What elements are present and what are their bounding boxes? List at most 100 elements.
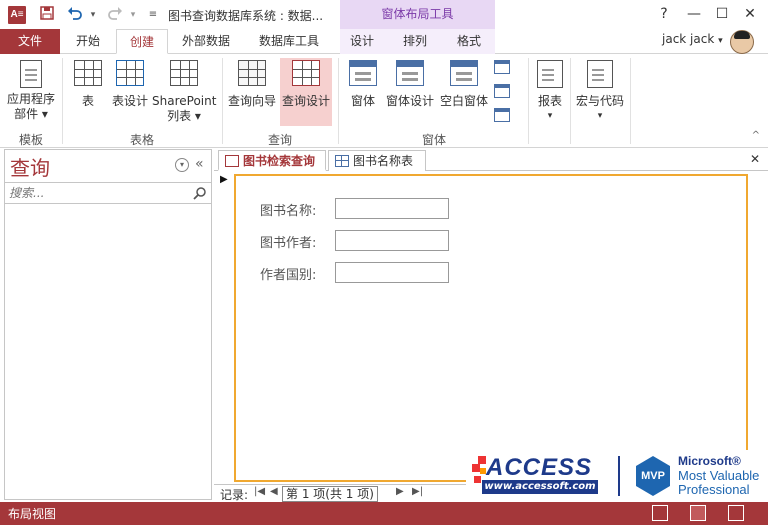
blank-form-icon bbox=[450, 60, 478, 86]
last-record-button[interactable]: ▶| bbox=[412, 486, 423, 497]
tab-label: 图书检索查询 bbox=[243, 154, 316, 168]
access-app-icon[interactable]: A≡ bbox=[8, 6, 26, 24]
customize-toolbar-icon[interactable]: ≡ bbox=[144, 6, 162, 24]
form-button[interactable]: 窗体 bbox=[344, 60, 382, 126]
form-body[interactable]: 图书名称: 图书作者: 作者国别: bbox=[234, 174, 748, 482]
design-view-icon[interactable] bbox=[728, 505, 744, 521]
table-tab-icon bbox=[335, 155, 349, 167]
form-layout-view: ▶ 图书名称: 图书作者: 作者国别: bbox=[214, 172, 768, 484]
author-country-field[interactable] bbox=[335, 262, 449, 283]
help-button[interactable]: ? bbox=[652, 3, 676, 25]
form-design-button[interactable]: 窗体设计 bbox=[384, 60, 436, 126]
minimize-button[interactable]: — bbox=[682, 3, 706, 25]
form-design-label: 窗体设计 bbox=[385, 94, 434, 108]
record-nav-label: 记录: bbox=[220, 488, 249, 502]
redo-dropdown-icon[interactable]: ▾ bbox=[124, 6, 142, 24]
navigation-icon bbox=[494, 84, 510, 98]
nav-pane-title[interactable]: 查询 bbox=[10, 152, 50, 181]
table-button[interactable]: 表 bbox=[68, 60, 108, 126]
table-design-label: 表设计 bbox=[111, 94, 148, 108]
tab-external-data[interactable]: 外部数据 bbox=[170, 29, 242, 54]
blank-form-label: 空白窗体 bbox=[439, 94, 488, 108]
close-button[interactable]: ✕ bbox=[738, 3, 762, 25]
ribbon-tabs: 文件 开始 创建 外部数据 数据库工具 设计 排列 格式 jack jack ▾ bbox=[0, 29, 768, 54]
tab-book-search-query[interactable]: 图书检索查询 bbox=[218, 150, 326, 171]
microsoft-text: Microsoft® bbox=[678, 454, 741, 468]
record-navigation: 记录: |◀ ◀ 第 1 项(共 1 项) ▶ ▶| bbox=[214, 484, 474, 502]
form-design-icon bbox=[396, 60, 424, 86]
report-icon bbox=[537, 60, 563, 88]
document-tabs: 图书检索查询 图书名称表 ✕ bbox=[214, 149, 768, 171]
watermark-logo: ACCESS www.accessoft.com MVP Microsoft® … bbox=[466, 450, 768, 502]
undo-icon[interactable] bbox=[66, 6, 84, 24]
user-name[interactable]: jack jack ▾ bbox=[662, 32, 723, 46]
tab-home[interactable]: 开始 bbox=[62, 29, 114, 54]
avatar[interactable] bbox=[730, 30, 754, 54]
previous-record-button[interactable]: ◀ bbox=[270, 486, 278, 497]
status-bar: 布局视图 bbox=[0, 502, 768, 525]
field-label-book-name: 图书名称: bbox=[260, 204, 317, 219]
sharepoint-list-icon bbox=[170, 60, 198, 86]
form-icon bbox=[349, 60, 377, 86]
field-label-author-country: 作者国别: bbox=[260, 268, 317, 283]
title-bar: A≡ ▾ ▾ ≡ 图书查询数据库系统 : 数据... 窗体布局工具 ? — ☐ … bbox=[0, 0, 768, 29]
next-record-button[interactable]: ▶ bbox=[396, 486, 404, 497]
tab-format[interactable]: 格式 bbox=[446, 29, 492, 54]
save-icon[interactable] bbox=[38, 6, 56, 24]
sharepoint-list-button[interactable]: SharePoint 列表 ▾ bbox=[152, 60, 216, 126]
professional-text: Professional bbox=[678, 482, 750, 497]
ribbon-separator bbox=[222, 58, 223, 144]
table-design-button[interactable]: 表设计 bbox=[110, 60, 150, 126]
report-button[interactable]: 报表 ▾ bbox=[532, 60, 568, 126]
query-wizard-button[interactable]: 查询向导 bbox=[226, 60, 278, 126]
close-document-icon[interactable]: ✕ bbox=[750, 152, 760, 166]
tab-arrange[interactable]: 排列 bbox=[392, 29, 438, 54]
app-parts-label-2: 部件 ▾ bbox=[14, 107, 48, 121]
tab-book-name-table[interactable]: 图书名称表 bbox=[328, 150, 426, 171]
ribbon-separator bbox=[630, 58, 631, 144]
navigation-pane: 查询 ▾ « bbox=[4, 149, 212, 500]
tab-create[interactable]: 创建 bbox=[116, 29, 168, 54]
search-icon[interactable] bbox=[193, 186, 207, 200]
tab-design[interactable]: 设计 bbox=[340, 29, 384, 54]
app-parts-icon bbox=[20, 60, 42, 88]
first-record-button[interactable]: |◀ bbox=[254, 486, 265, 497]
search-input[interactable] bbox=[5, 183, 185, 203]
tab-database-tools[interactable]: 数据库工具 bbox=[246, 29, 332, 54]
group-label-templates: 模板 bbox=[18, 133, 43, 147]
query-design-label: 查询设计 bbox=[281, 94, 330, 108]
query-design-button[interactable]: 查询设计 bbox=[280, 58, 332, 126]
macro-code-button[interactable]: 宏与代码 ▾ bbox=[574, 60, 626, 126]
other-forms-button[interactable] bbox=[494, 108, 520, 126]
nav-menu-icon[interactable]: ▾ bbox=[175, 158, 189, 172]
table-icon bbox=[74, 60, 102, 86]
app-parts-button[interactable]: 应用程序 部件 ▾ bbox=[4, 60, 58, 126]
macro-icon bbox=[587, 60, 613, 88]
book-author-field[interactable] bbox=[335, 230, 449, 251]
form-wizard-button[interactable] bbox=[494, 60, 520, 78]
restore-button[interactable]: ☐ bbox=[710, 3, 734, 25]
undo-dropdown-icon[interactable]: ▾ bbox=[84, 6, 102, 24]
user-dropdown-icon: ▾ bbox=[718, 36, 723, 46]
navigation-button[interactable] bbox=[494, 84, 520, 102]
redo-icon[interactable] bbox=[106, 6, 124, 24]
blank-form-button[interactable]: 空白窗体 bbox=[438, 60, 490, 126]
shutter-bar-collapse-icon[interactable]: « bbox=[195, 156, 204, 172]
app-parts-label-1: 应用程序 bbox=[6, 92, 55, 106]
group-label-forms: 窗体 bbox=[421, 133, 446, 147]
tab-file[interactable]: 文件 bbox=[0, 29, 60, 54]
form-view-icon[interactable] bbox=[652, 505, 668, 521]
book-name-field[interactable] bbox=[335, 198, 449, 219]
layout-view-icon[interactable] bbox=[690, 505, 706, 521]
other-forms-icon bbox=[494, 108, 510, 122]
nav-search-box bbox=[5, 182, 211, 204]
collapse-ribbon-icon[interactable]: ^ bbox=[752, 130, 760, 141]
query-wizard-icon bbox=[238, 60, 266, 86]
ribbon-separator bbox=[528, 58, 529, 144]
current-record-field[interactable]: 第 1 项(共 1 项) bbox=[282, 486, 378, 502]
sharepoint-label-2: 列表 ▾ bbox=[167, 109, 201, 123]
table-design-icon bbox=[116, 60, 144, 86]
group-label-tables: 表格 bbox=[129, 133, 154, 147]
record-selector-icon[interactable]: ▶ bbox=[220, 174, 228, 185]
query-wizard-label: 查询向导 bbox=[227, 94, 276, 108]
